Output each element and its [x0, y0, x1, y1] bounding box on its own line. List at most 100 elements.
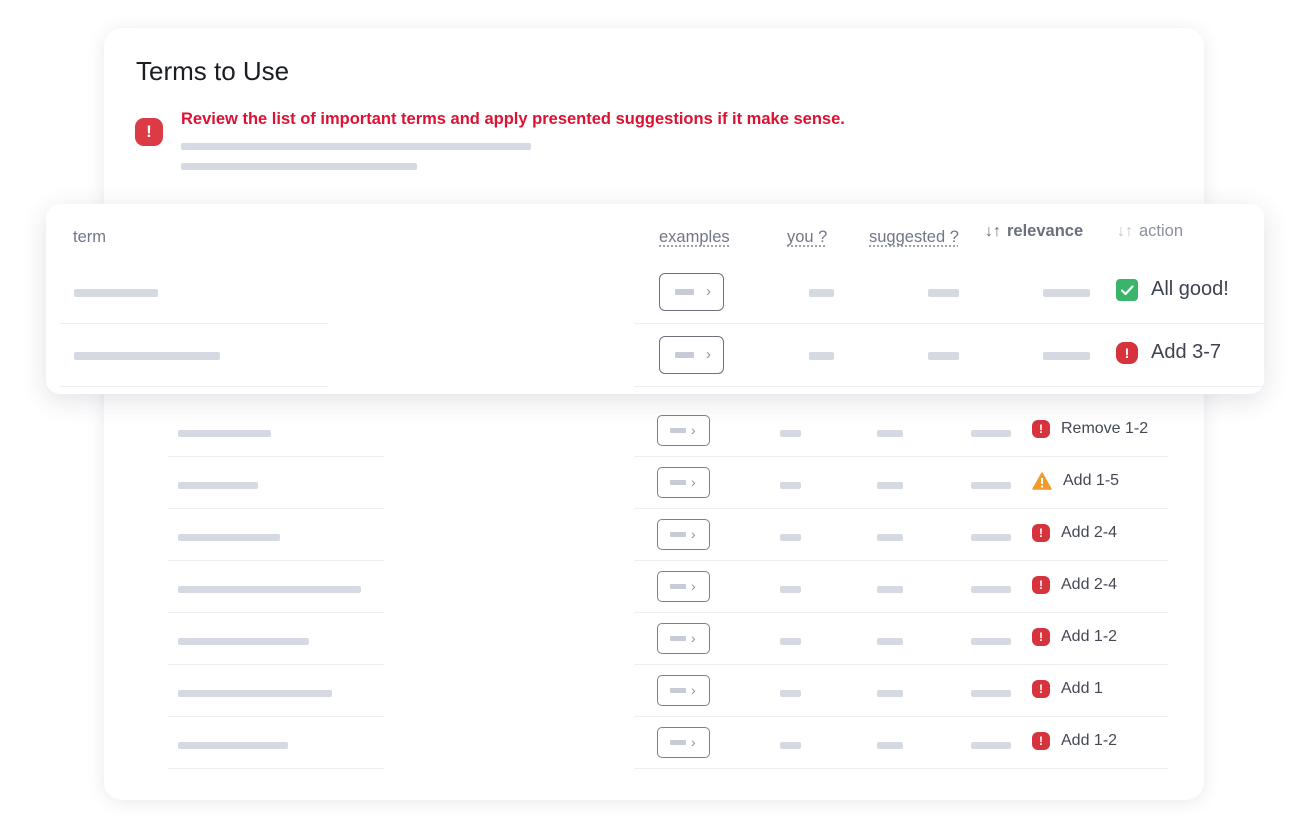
table-row: › ! Add 2-4 [168, 561, 1168, 613]
suggested-value-placeholder [928, 352, 959, 360]
suggested-value-placeholder [877, 534, 903, 541]
examples-button[interactable]: › [657, 571, 710, 602]
term-placeholder [178, 742, 288, 749]
term-placeholder [74, 352, 220, 360]
suggested-value-placeholder [877, 430, 903, 437]
term-cell [60, 261, 328, 324]
term-cell [168, 613, 384, 665]
relevance-value-placeholder [971, 586, 1011, 593]
action-status: ! Add 1-2 [1032, 732, 1117, 750]
you-value-placeholder [780, 534, 801, 541]
column-header-you[interactable]: you ? [787, 228, 827, 247]
chevron-right-icon: › [706, 346, 711, 363]
relevance-value-placeholder [971, 742, 1011, 749]
relevance-value-placeholder [1043, 289, 1090, 297]
examples-button[interactable]: › [657, 519, 710, 550]
action-label: Remove 1-2 [1061, 420, 1149, 437]
text-placeholder [181, 143, 531, 150]
examples-button[interactable]: › [657, 675, 710, 706]
action-status: ! Add 2-4 [1032, 524, 1117, 542]
action-status: ! Remove 1-2 [1032, 420, 1148, 438]
term-cell [60, 324, 328, 387]
action-status: Add 1-5 [1032, 472, 1119, 490]
table-row: › ! Add 1-2 [168, 613, 1168, 665]
column-header-relevance[interactable]: ↓↑ relevance [985, 222, 1083, 241]
chevron-right-icon: › [691, 682, 696, 698]
chevron-right-icon: › [691, 578, 696, 594]
table-row: › ! Add 1-2 [168, 717, 1168, 769]
table-row: › ! Remove 1-2 [168, 405, 1168, 457]
suggested-value-placeholder [877, 586, 903, 593]
text-placeholder [181, 163, 417, 170]
relevance-value-placeholder [1043, 352, 1090, 360]
you-value-placeholder [780, 690, 801, 697]
warning-message: Review the list of important terms and a… [181, 110, 845, 128]
action-status: ! Add 3-7 [1116, 341, 1221, 364]
exclamation-icon: ! [1032, 628, 1050, 646]
terms-card: Terms to Use ! Review the list of import… [104, 28, 1204, 800]
relevance-value-placeholder [971, 482, 1011, 489]
you-value-placeholder [780, 638, 801, 645]
chevron-right-icon: › [706, 283, 711, 300]
placeholder-bar [675, 289, 694, 295]
column-header-examples[interactable]: examples [659, 228, 730, 247]
term-placeholder [178, 482, 258, 489]
examples-button[interactable]: › [657, 415, 710, 446]
examples-button[interactable]: › [657, 623, 710, 654]
examples-button[interactable]: › [657, 467, 710, 498]
warning-triangle-icon [1032, 472, 1052, 490]
term-cell [168, 405, 384, 457]
placeholder-bar [670, 428, 686, 433]
table-row: › ! Add 1 [168, 665, 1168, 717]
you-value-placeholder [780, 742, 801, 749]
exclamation-badge-icon: ! [135, 118, 163, 146]
action-status: ! Add 2-4 [1032, 576, 1117, 594]
placeholder-bar [675, 352, 694, 358]
relevance-label: relevance [1007, 222, 1084, 240]
you-value-placeholder [780, 586, 801, 593]
checkbox-check-icon [1116, 278, 1138, 301]
examples-button[interactable]: › [657, 727, 710, 758]
relevance-value-placeholder [971, 534, 1011, 541]
card-title: Terms to Use [136, 56, 290, 86]
chevron-right-icon: › [691, 734, 696, 750]
action-label: Add 3-7 [1151, 341, 1222, 363]
action-header-label: action [1139, 222, 1184, 240]
examples-button[interactable]: › [659, 273, 724, 311]
relevance-value-placeholder [971, 638, 1011, 645]
column-header-action[interactable]: ↓↑ action [1117, 222, 1183, 241]
action-label: Add 1-5 [1063, 472, 1120, 489]
table-row-featured: › All good! [60, 261, 1264, 324]
action-status: ! Add 1-2 [1032, 628, 1117, 646]
placeholder-bar [670, 480, 686, 485]
exclamation-icon: ! [1032, 524, 1050, 542]
column-header-suggested[interactable]: suggested ? [869, 228, 959, 247]
placeholder-bar [670, 584, 686, 589]
term-cell [168, 509, 384, 561]
examples-button[interactable]: › [659, 336, 724, 374]
action-label: All good! [1151, 278, 1229, 300]
column-header-term[interactable]: term [73, 228, 106, 247]
term-placeholder [178, 690, 332, 697]
term-placeholder [178, 534, 280, 541]
sort-icon: ↓↑ [985, 223, 1001, 240]
term-cell [168, 717, 384, 769]
relevance-value-placeholder [971, 690, 1011, 697]
relevance-value-placeholder [971, 430, 1011, 437]
exclamation-icon: ! [1032, 680, 1050, 698]
exclamation-icon: ! [1032, 420, 1050, 438]
exclamation-icon: ! [1116, 341, 1138, 364]
suggested-value-placeholder [877, 690, 903, 697]
chevron-right-icon: › [691, 630, 696, 646]
sort-icon: ↓↑ [1117, 223, 1133, 240]
terms-table-header-panel: term examples you ? suggested ? ↓↑ releva… [46, 204, 1264, 394]
term-placeholder [178, 430, 271, 437]
exclamation-icon: ! [1032, 732, 1050, 750]
you-value-placeholder [809, 289, 834, 297]
you-value-placeholder [780, 482, 801, 489]
placeholder-bar [670, 532, 686, 537]
term-placeholder [178, 638, 309, 645]
action-label: Add 2-4 [1061, 524, 1118, 541]
table-row: › Add 1-5 [168, 457, 1168, 509]
you-value-placeholder [809, 352, 834, 360]
